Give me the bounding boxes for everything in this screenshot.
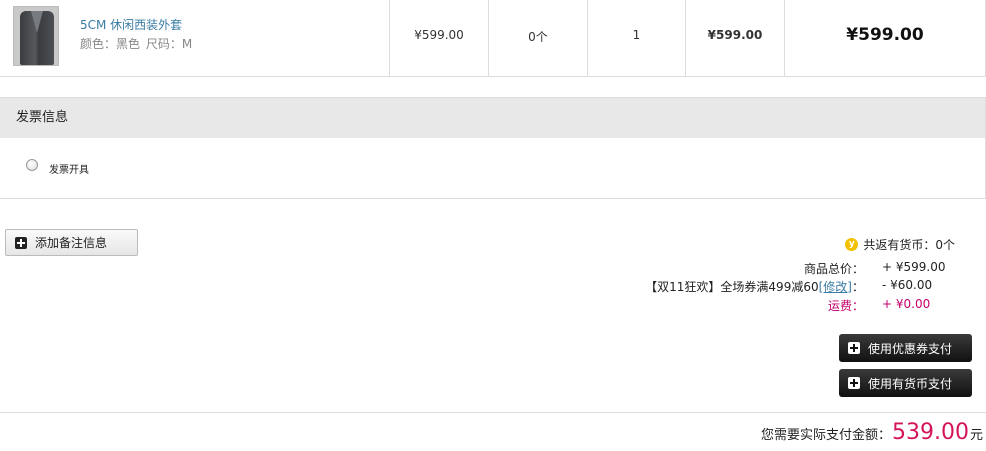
product-attributes: 颜色：黑色 尺码：M: [80, 35, 194, 52]
shipping-value: + ¥0.00: [882, 297, 931, 311]
promo-value: - ¥60.00: [882, 278, 933, 292]
promo-edit-link[interactable]: [修改]: [819, 280, 852, 294]
payment-unit: 元: [969, 428, 983, 443]
shipping-row: 运费： + ¥0.00: [374, 297, 974, 313]
goods-total-value: + ¥599.00: [882, 260, 946, 274]
shipping-label: 运费：: [827, 299, 864, 313]
coin-return-text: 共返有货币：0个: [863, 238, 955, 252]
promo-row: 【双11狂欢】全场券满499减60[修改]： - ¥60.00: [374, 278, 974, 294]
coupon-pay-button[interactable]: 使用优惠券支付: [839, 334, 972, 362]
coin-icon: y: [845, 238, 859, 251]
invoice-option-label[interactable]: 发票开具: [49, 161, 89, 176]
goods-total-label: 商品总价：: [803, 262, 864, 276]
product-name-link[interactable]: 5CM 休闲西装外套: [80, 16, 182, 33]
coin-pay-button[interactable]: 使用有货币支付: [839, 369, 972, 397]
unit-price: ¥599.00: [414, 28, 464, 42]
payment-amount: 539.00: [892, 420, 969, 445]
add-remark-button[interactable]: 添加备注信息: [5, 229, 138, 256]
payment-total: 您需要实际支付金额： 539.00 元: [761, 420, 983, 445]
payment-prefix: 您需要实际支付金额：: [760, 428, 891, 443]
coin-return-summary: y 共返有货币：0个: [845, 236, 955, 253]
promo-colon: ：: [851, 280, 864, 294]
plus-icon: [15, 236, 27, 249]
coin-pay-label: 使用有货币支付: [868, 376, 953, 391]
invoice-radio[interactable]: [26, 159, 38, 171]
cart-product-row: 5CM 休闲西装外套 颜色：黑色 尺码：M ¥599.00 0个 1 ¥599.…: [0, 0, 986, 77]
invoice-section: 发票信息 发票开具: [0, 97, 986, 199]
product-size: 尺码：M: [145, 37, 193, 51]
product-thumbnail[interactable]: [13, 6, 59, 66]
goods-total-row: 商品总价： + ¥599.00: [374, 260, 974, 276]
add-remark-label: 添加备注信息: [35, 236, 108, 250]
plus-icon: [848, 377, 860, 389]
subtotal: ¥599.00: [707, 28, 763, 42]
coupon-pay-label: 使用优惠券支付: [868, 341, 953, 356]
row-total: ¥599.00: [846, 25, 924, 45]
promo-label: 【双11狂欢】全场券满499减60[修改]：: [645, 278, 864, 295]
quantity: 1: [632, 28, 641, 42]
section-divider: [0, 412, 986, 413]
product-color: 颜色：黑色: [80, 37, 141, 51]
plus-icon: [848, 342, 860, 354]
promo-text: 【双11狂欢】全场券满499减60: [645, 280, 819, 294]
invoice-title: 发票信息: [0, 98, 985, 138]
coin-return-count: 0个: [528, 30, 548, 44]
